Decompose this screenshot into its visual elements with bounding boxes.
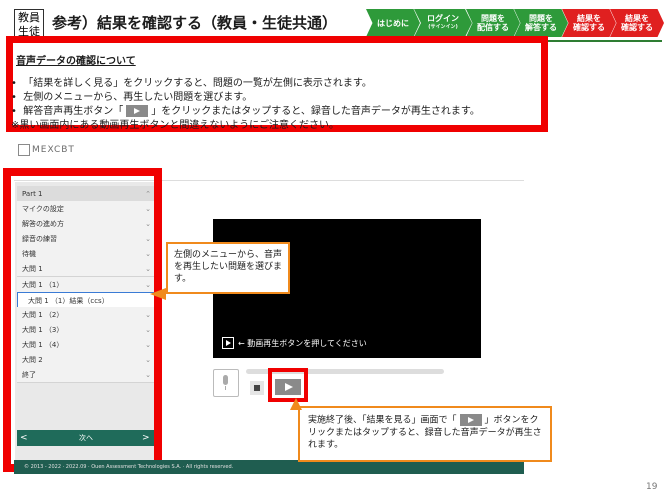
microphone-icon: [213, 369, 239, 397]
play-icon: [459, 414, 482, 426]
step-answer-label: 問題を 解答する: [525, 14, 557, 32]
step-login-label: ログイン: [427, 14, 459, 23]
instruction-line-1: • 「結果を詳しく見る」をクリックすると、問題の一覧が左側に表示されます。: [11, 78, 372, 89]
sidebar-note: 左側のメニューから、音声を再生したい問題を選びます。: [166, 242, 290, 294]
app-logo: MEXCBT: [32, 145, 75, 155]
step-check-results-1: 結果を 確認する: [562, 9, 616, 37]
step-check-results-2: 結果を 確認する: [610, 9, 664, 37]
play-button-note: 実施終了後、「結果を見る」画面で「 」ボタンをクリックまたはタップすると、録音した…: [298, 406, 552, 462]
step-intro: はじめに: [366, 9, 420, 37]
step-login: ログイン (サインイン): [414, 9, 472, 37]
role-label-box: 教員 生徒: [14, 9, 44, 39]
instruction-line-4: ※黒い画面内にある動画再生ボタンと間違えないようにご注意ください。: [11, 120, 339, 131]
page-title: 参考）結果を確認する（教員・生徒共通）: [52, 14, 338, 32]
instruction-line-3: • 解答音声再生ボタン「 」をクリックまたはタップすると、録音した音声データが再生…: [11, 105, 480, 117]
stop-button[interactable]: [250, 381, 264, 395]
logo-icon: [18, 144, 30, 156]
play-button-highlight: [268, 368, 308, 402]
step-deliver: 問題を 配信する: [466, 9, 520, 37]
step-login-sublabel: (サインイン): [428, 24, 458, 30]
role-label-teacher: 教員: [18, 11, 40, 24]
play-button-note-arrow: [290, 398, 302, 410]
play-button-note-text-a: 実施終了後、「結果を見る」画面で「: [308, 415, 457, 426]
video-caption: ← 動画再生ボタンを押してください: [238, 339, 367, 348]
app-footer: © 2013 - 2022 · 2022.09 · Ouen Assessmen…: [14, 460, 524, 474]
sidebar-note-arrow: [150, 288, 166, 300]
video-play-icon[interactable]: [222, 337, 234, 349]
step-intro-label: はじめに: [377, 18, 409, 28]
instruction-line-2: • 左側のメニューから、再生したい問題を選びます。: [11, 92, 253, 103]
step-answer: 問題を 解答する: [514, 9, 568, 37]
step-check-results-1-label: 結果を 確認する: [573, 14, 605, 32]
instruction-title: 音声データの確認について: [16, 56, 136, 67]
step-deliver-label: 問題を 配信する: [477, 14, 509, 32]
page-number: 19: [646, 482, 658, 492]
sidebar-highlight: [3, 168, 162, 472]
step-check-results-2-label: 結果を 確認する: [621, 14, 653, 32]
